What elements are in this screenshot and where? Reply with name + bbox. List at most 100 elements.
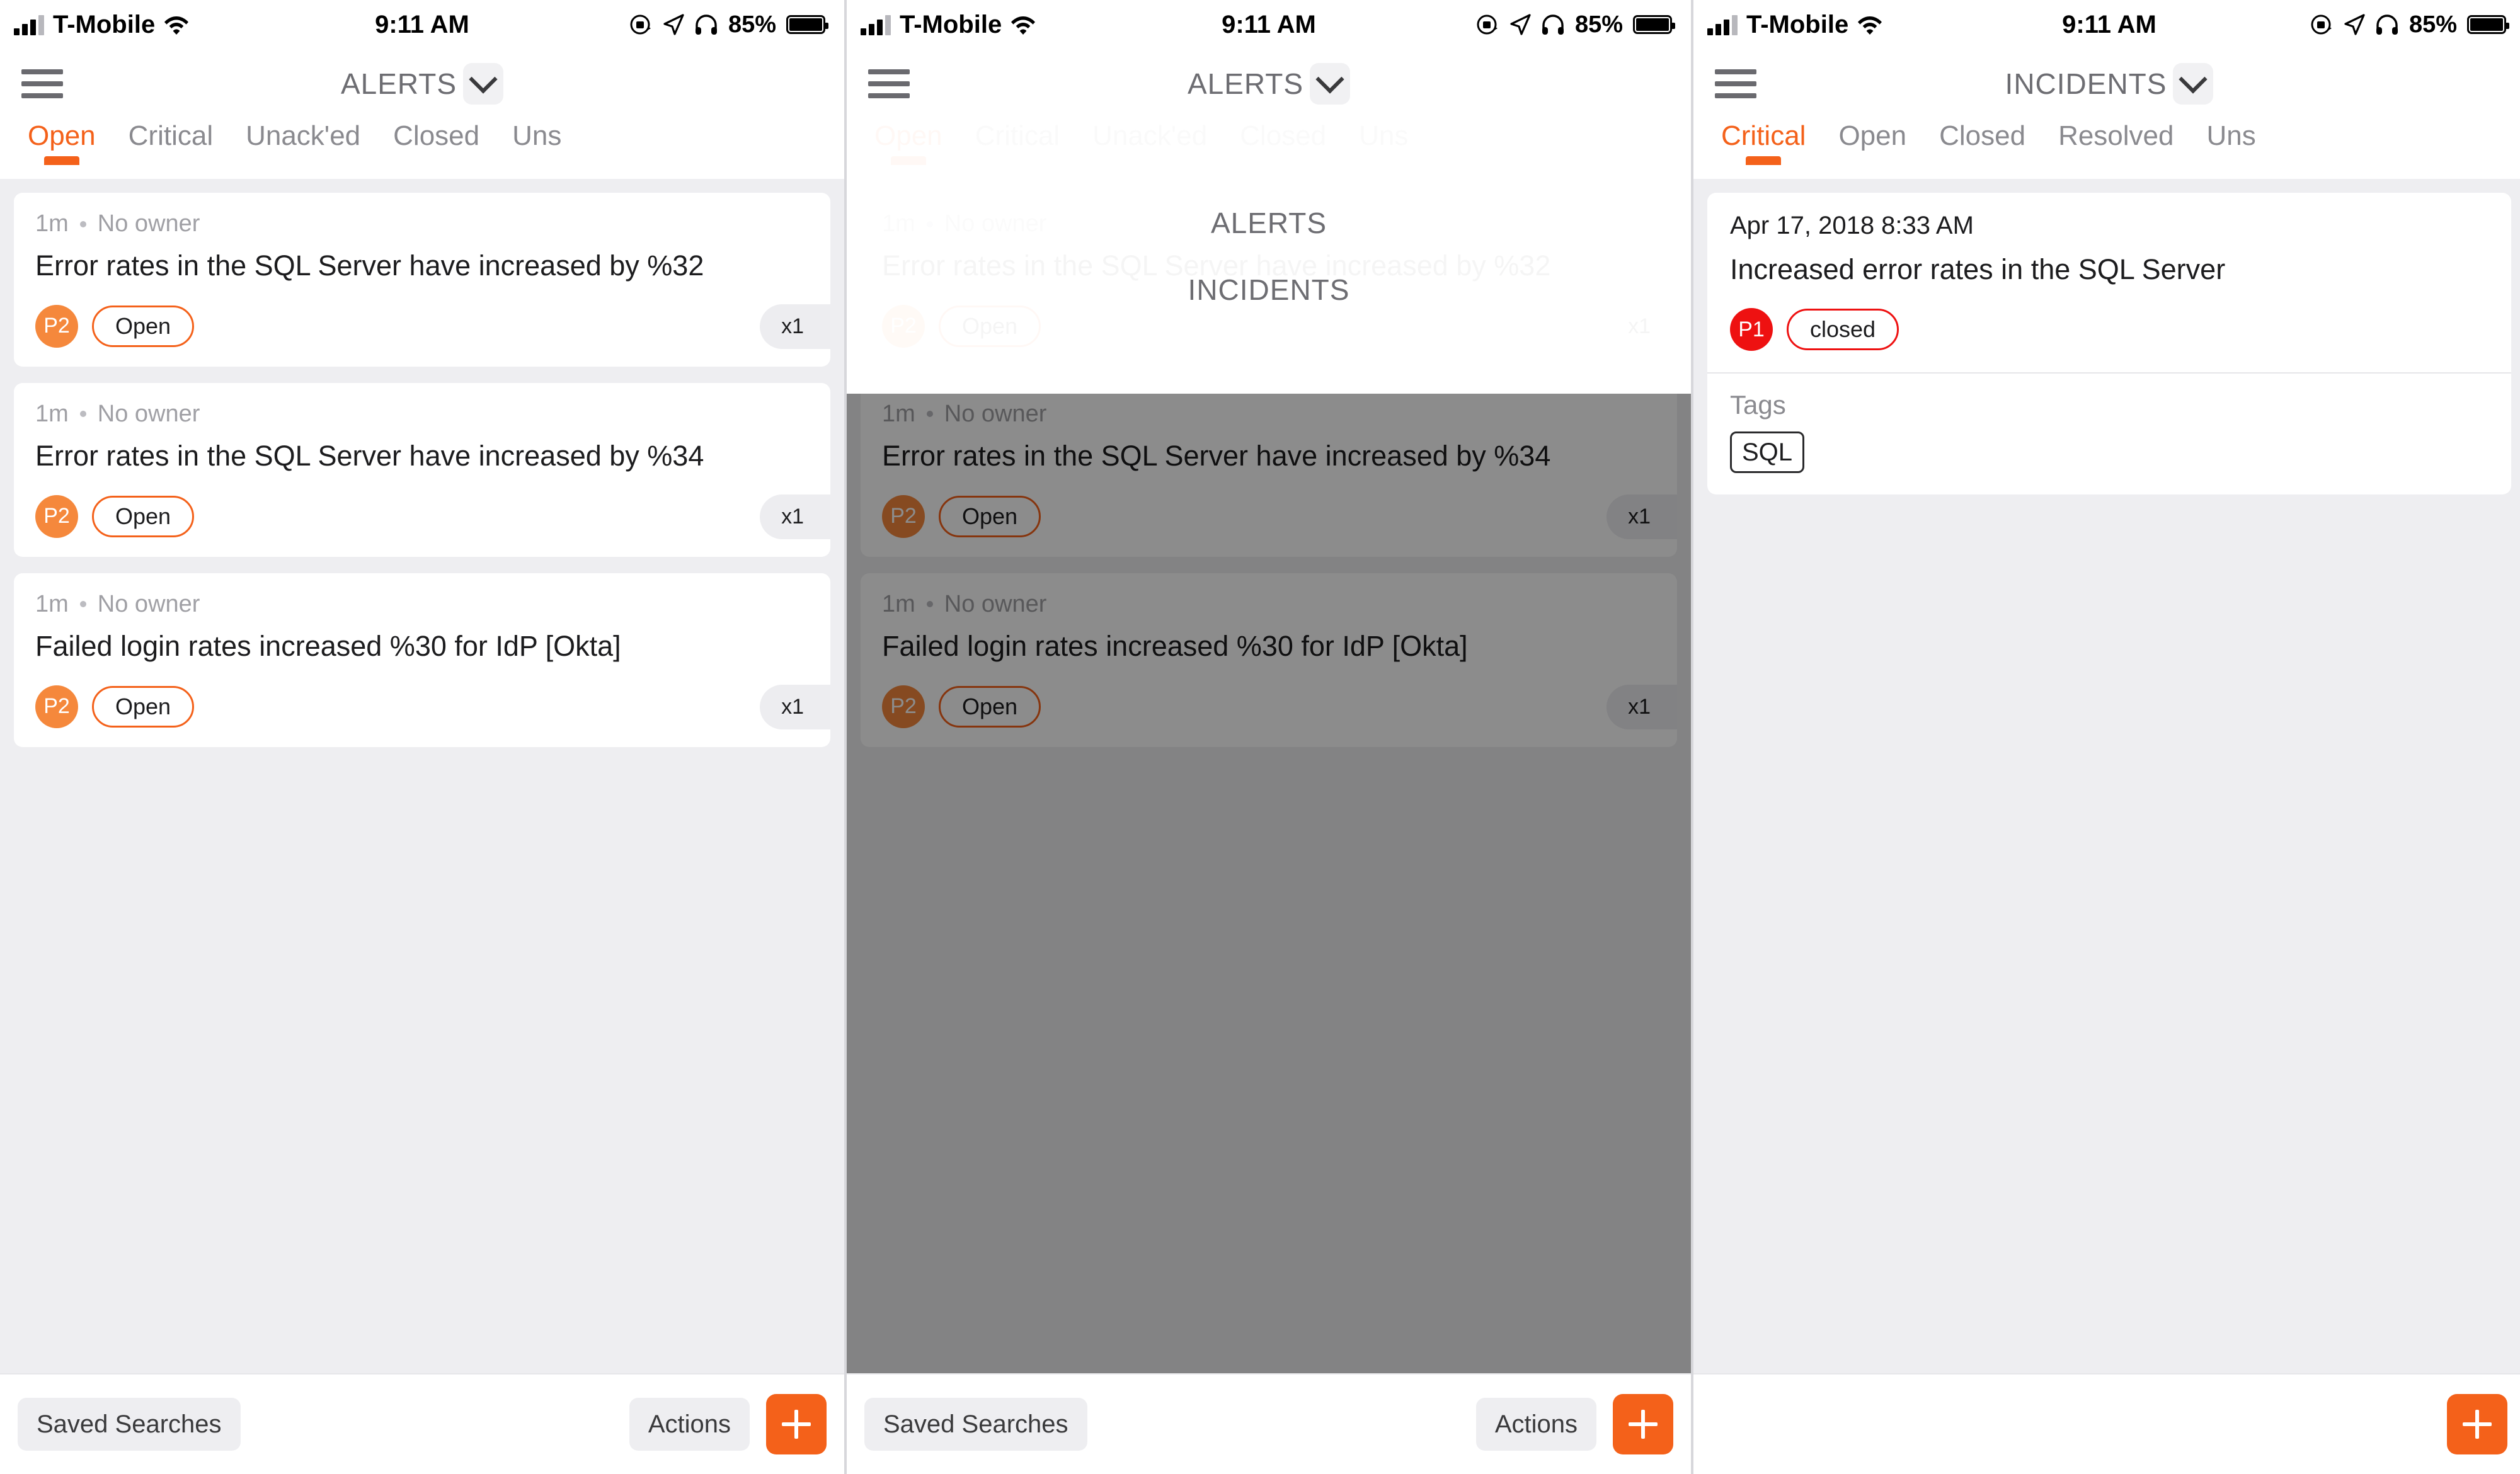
alert-badges: P2 Open	[35, 494, 809, 538]
alert-title: Error rates in the SQL Server have incre…	[35, 249, 704, 282]
chevron-down-icon[interactable]	[1310, 63, 1351, 105]
tab-closed[interactable]: Closed	[1923, 118, 2042, 154]
incident-badges: P1 closed	[1730, 308, 2488, 351]
status-badge[interactable]: Open	[92, 685, 195, 728]
alert-badges: P2 Open	[35, 304, 809, 348]
alert-count-badge: x1	[760, 684, 830, 729]
modal-scrim[interactable]	[847, 394, 1691, 1373]
add-button[interactable]	[766, 1394, 827, 1454]
incident-detail-card[interactable]: Apr 17, 2018 8:33 AM Increased error rat…	[1707, 193, 2511, 494]
hamburger-icon[interactable]	[1715, 66, 1756, 101]
context-dropdown-menu: ALERTS INCIDENTS	[847, 118, 1691, 394]
tag-chip[interactable]: SQL	[1730, 431, 1805, 473]
tab-bar: Critical Open Closed Resolved Uns	[1693, 118, 2520, 179]
battery-icon	[786, 15, 828, 34]
actions-button[interactable]: Actions	[629, 1398, 750, 1451]
priority-badge: P2	[35, 304, 78, 348]
location-arrow-icon	[1510, 14, 1531, 35]
page-title: INCIDENTS	[2005, 67, 2167, 100]
status-bar: T-Mobile 9:11 AM 85%	[847, 0, 1691, 49]
panel-incidents-detail: T-Mobile 9:11 AM 85% INCIDENTS Critical …	[1693, 0, 2520, 1474]
rotation-lock-icon	[1477, 14, 1498, 35]
alert-badges: P2 Open	[35, 685, 809, 728]
status-bar: T-Mobile 9:11 AM 85%	[1693, 0, 2520, 49]
rotation-lock-icon	[630, 14, 651, 35]
add-button[interactable]	[2447, 1394, 2507, 1454]
bottom-toolbar: Saved Searches Actions	[0, 1373, 844, 1474]
navigation-title-group: ALERTS	[0, 63, 844, 105]
battery-percentage-label: 85%	[1574, 11, 1623, 38]
tab-critical[interactable]: Critical	[112, 118, 229, 154]
alert-owner: No owner	[97, 210, 200, 237]
battery-percentage-label: 85%	[728, 11, 776, 38]
navigation-bar: INCIDENTS	[1693, 49, 2520, 118]
navigation-title-group: INCIDENTS	[1693, 63, 2520, 105]
alert-meta: 1m No owner	[35, 401, 809, 428]
status-badge[interactable]: Open	[92, 305, 195, 347]
alert-title: Error rates in the SQL Server have incre…	[35, 439, 704, 472]
incident-date: Apr 17, 2018 8:33 AM	[1730, 212, 1974, 239]
tab-unacked[interactable]: Unack'ed	[229, 118, 377, 154]
tab-resolved[interactable]: Resolved	[2042, 118, 2190, 154]
chevron-down-icon[interactable]	[2173, 63, 2214, 105]
panel-alerts-list: T-Mobile 9:11 AM 85% ALERTS Open Critica…	[0, 0, 844, 1474]
battery-icon	[2467, 15, 2509, 34]
alert-time: 1m	[35, 590, 69, 617]
status-bar-right: 85%	[1475, 11, 1675, 38]
tab-closed[interactable]: Closed	[377, 118, 496, 154]
status-bar-right: 85%	[2310, 11, 2509, 38]
hamburger-icon[interactable]	[868, 66, 910, 101]
alert-time: 1m	[35, 400, 69, 427]
separator-dot-icon	[79, 601, 86, 608]
alert-card[interactable]: 1m No owner Failed login rates increased…	[14, 573, 830, 747]
status-bar-right: 85%	[629, 11, 828, 38]
tab-critical[interactable]: Critical	[1705, 118, 1822, 154]
tab-unsolved[interactable]: Uns	[496, 118, 578, 154]
dropdown-option-alerts[interactable]: ALERTS	[1211, 206, 1327, 240]
saved-searches-button[interactable]: Saved Searches	[864, 1398, 1087, 1451]
bottom-toolbar	[1693, 1373, 2520, 1474]
alert-card[interactable]: 1m No owner Error rates in the SQL Serve…	[14, 193, 830, 367]
priority-badge: P2	[35, 494, 78, 538]
alert-count-badge: x1	[760, 304, 830, 349]
status-badge[interactable]: closed	[1787, 309, 1899, 350]
location-arrow-icon	[663, 14, 684, 35]
tags-section: Tags SQL	[1707, 374, 2511, 494]
alert-title: Failed login rates increased %30 for IdP…	[35, 629, 621, 662]
status-badge[interactable]: Open	[92, 495, 195, 537]
alert-list: 1m No owner Error rates in the SQL Serve…	[0, 179, 844, 1377]
alert-owner: No owner	[97, 590, 200, 617]
page-title: ALERTS	[1187, 67, 1304, 100]
screenshot-root: T-Mobile 9:11 AM 85% ALERTS Open Critica…	[0, 0, 2520, 1474]
headphones-icon	[2376, 14, 2398, 35]
alert-card[interactable]: 1m No owner Error rates in the SQL Serve…	[14, 382, 830, 557]
tab-open[interactable]: Open	[11, 118, 112, 154]
saved-searches-button[interactable]: Saved Searches	[18, 1398, 241, 1451]
tab-open[interactable]: Open	[1822, 118, 1923, 154]
bottom-toolbar: Saved Searches Actions	[847, 1373, 1691, 1474]
battery-percentage-label: 85%	[2408, 11, 2457, 38]
navigation-bar: ALERTS	[0, 49, 844, 118]
actions-button[interactable]: Actions	[1475, 1398, 1596, 1451]
incident-title: Increased error rates in the SQL Server	[1730, 253, 2226, 285]
add-button[interactable]	[1613, 1394, 1673, 1454]
headphones-icon	[695, 14, 717, 35]
hamburger-icon[interactable]	[21, 66, 63, 101]
alert-time: 1m	[35, 210, 69, 237]
alert-meta: 1m No owner	[35, 210, 809, 237]
alert-meta: 1m No owner	[35, 591, 809, 618]
navigation-bar: ALERTS	[847, 49, 1691, 118]
incident-summary: Apr 17, 2018 8:33 AM Increased error rat…	[1707, 193, 2511, 372]
battery-icon	[1633, 15, 1675, 34]
priority-badge: P1	[1730, 308, 1773, 351]
alert-owner: No owner	[97, 400, 200, 427]
headphones-icon	[1542, 14, 1564, 35]
separator-dot-icon	[79, 411, 86, 418]
tab-unsolved[interactable]: Uns	[2191, 118, 2272, 154]
panel-alerts-dropdown: T-Mobile 9:11 AM 85% ALERTS 1m No owner …	[847, 0, 1691, 1474]
navigation-title-group: ALERTS	[847, 63, 1691, 105]
status-bar: T-Mobile 9:11 AM 85%	[0, 0, 844, 49]
dropdown-option-incidents[interactable]: INCIDENTS	[1188, 273, 1350, 307]
chevron-down-icon[interactable]	[463, 63, 504, 105]
rotation-lock-icon	[2311, 14, 2332, 35]
